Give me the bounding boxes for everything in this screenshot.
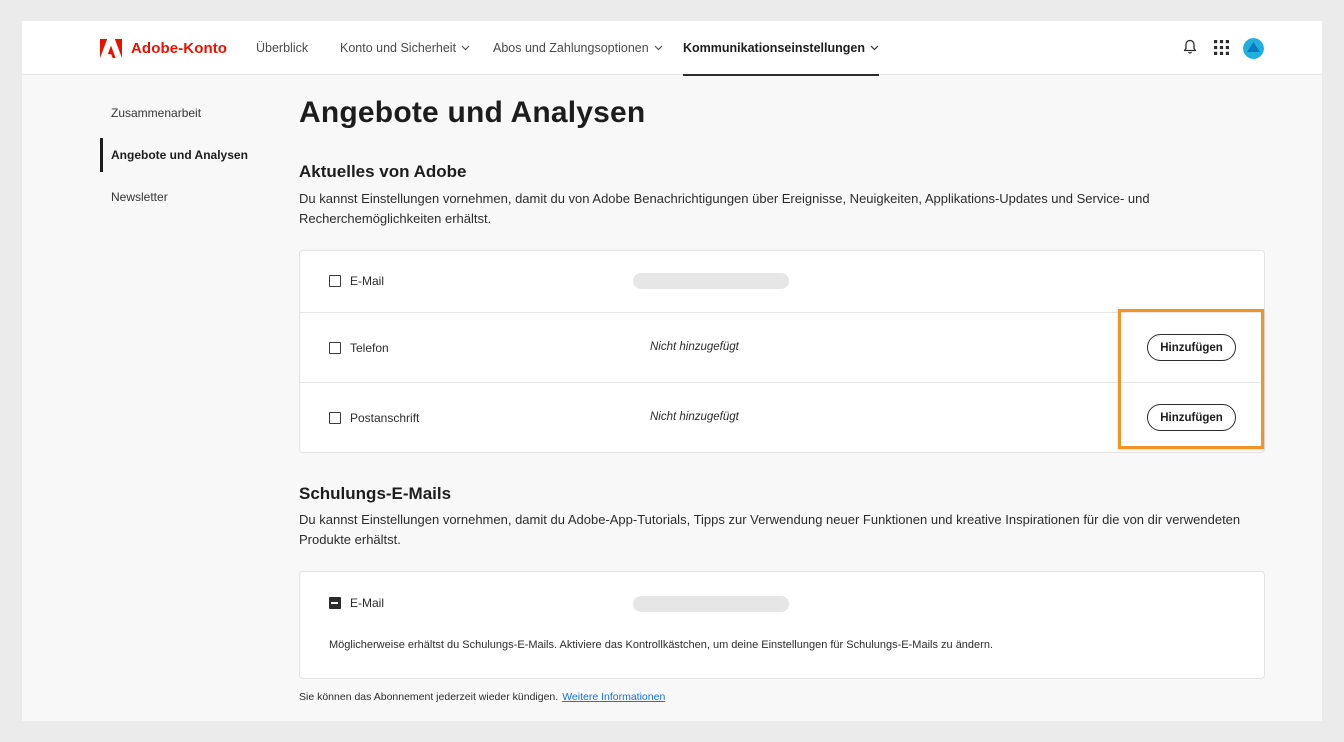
sidebar-item-collaboration[interactable]: Zusammenarbeit <box>100 96 260 130</box>
training-email-value-placeholder <box>633 596 789 612</box>
training-email-label: E-Mail <box>350 596 385 610</box>
sidebar-item-offers-analytics[interactable]: Angebote und Analysen <box>100 138 260 172</box>
contact-row-email: E-Mail <box>300 251 1264 313</box>
contact-row-phone: Telefon Nicht hinzugefügt Hinzufügen <box>300 313 1264 383</box>
training-email-checkbox[interactable] <box>329 597 341 609</box>
sidebar-item-newsletter[interactable]: Newsletter <box>100 180 260 214</box>
section-description-adobe-news: Du kannst Einstellungen vornehmen, damit… <box>299 191 1150 226</box>
email-checkbox[interactable] <box>329 275 341 287</box>
nav-overview-label: Überblick <box>256 41 309 55</box>
postal-checkbox[interactable] <box>329 412 341 424</box>
training-email-note: Möglicherweise erhältst du Schulungs-E-M… <box>329 639 993 651</box>
phone-checkbox[interactable] <box>329 342 341 354</box>
nav-overview[interactable]: Überblick <box>256 21 308 75</box>
nav-plans-payment[interactable]: Abos und Zahlungsoptionen <box>493 21 663 75</box>
add-phone-button[interactable]: Hinzufügen <box>1147 334 1236 361</box>
nav-account-security-label: Konto und Sicherheit <box>340 41 457 55</box>
nav-communication-preferences[interactable]: Kommunikationseinstellungen <box>683 21 879 76</box>
nav-account-security[interactable]: Konto und Sicherheit <box>340 21 470 75</box>
page-title: Angebote und Analysen <box>299 96 646 129</box>
bell-icon[interactable] <box>1183 38 1197 61</box>
chevron-down-icon <box>461 45 470 51</box>
sidebar-item-label: Angebote und Analysen <box>111 148 248 162</box>
avatar[interactable] <box>1243 38 1264 59</box>
chevron-down-icon <box>870 45 879 51</box>
section-heading-adobe-news: Aktuelles von Adobe <box>299 162 467 181</box>
app-window: Adobe-Konto Überblick Konto und Sicherhe… <box>22 21 1322 721</box>
app-grid-icon[interactable] <box>1214 40 1229 60</box>
adobe-logo-icon <box>100 38 122 58</box>
unsubscribe-text: Sie können das Abonnement jederzeit wied… <box>299 691 559 703</box>
section-description-training-emails: Du kannst Einstellungen vornehmen, damit… <box>299 512 1241 547</box>
add-postal-button[interactable]: Hinzufügen <box>1147 404 1236 431</box>
nav-communication-preferences-label: Kommunikationseinstellungen <box>683 41 865 55</box>
contact-methods-card: E-Mail Telefon Nicht hinzugefügt Hinzufü… <box>299 250 1265 453</box>
training-emails-card: E-Mail Möglicherweise erhältst du Schulu… <box>299 571 1265 679</box>
nav-plans-payment-label: Abos und Zahlungsoptionen <box>493 41 649 55</box>
brand-name: Adobe-Konto <box>131 39 228 57</box>
contact-row-label: E-Mail <box>350 274 385 288</box>
sidebar-item-label: Zusammenarbeit <box>111 106 202 120</box>
sidebar-item-label: Newsletter <box>111 190 168 204</box>
unsubscribe-note: Sie können das Abonnement jederzeit wied… <box>299 691 665 703</box>
contact-row-label: Postanschrift <box>350 411 420 425</box>
chevron-down-icon <box>654 45 663 51</box>
postal-status: Nicht hinzugefügt <box>650 411 739 423</box>
contact-row-postal: Postanschrift Nicht hinzugefügt Hinzufüg… <box>300 383 1264 453</box>
more-info-link[interactable]: Weitere Informationen <box>562 691 665 703</box>
section-heading-training-emails: Schulungs-E-Mails <box>299 484 452 503</box>
phone-status: Nicht hinzugefügt <box>650 341 739 353</box>
brand[interactable]: Adobe-Konto <box>100 38 227 58</box>
email-value-placeholder <box>633 273 789 289</box>
contact-row-label: Telefon <box>350 341 389 355</box>
top-navigation: Adobe-Konto Überblick Konto und Sicherhe… <box>22 21 1322 76</box>
